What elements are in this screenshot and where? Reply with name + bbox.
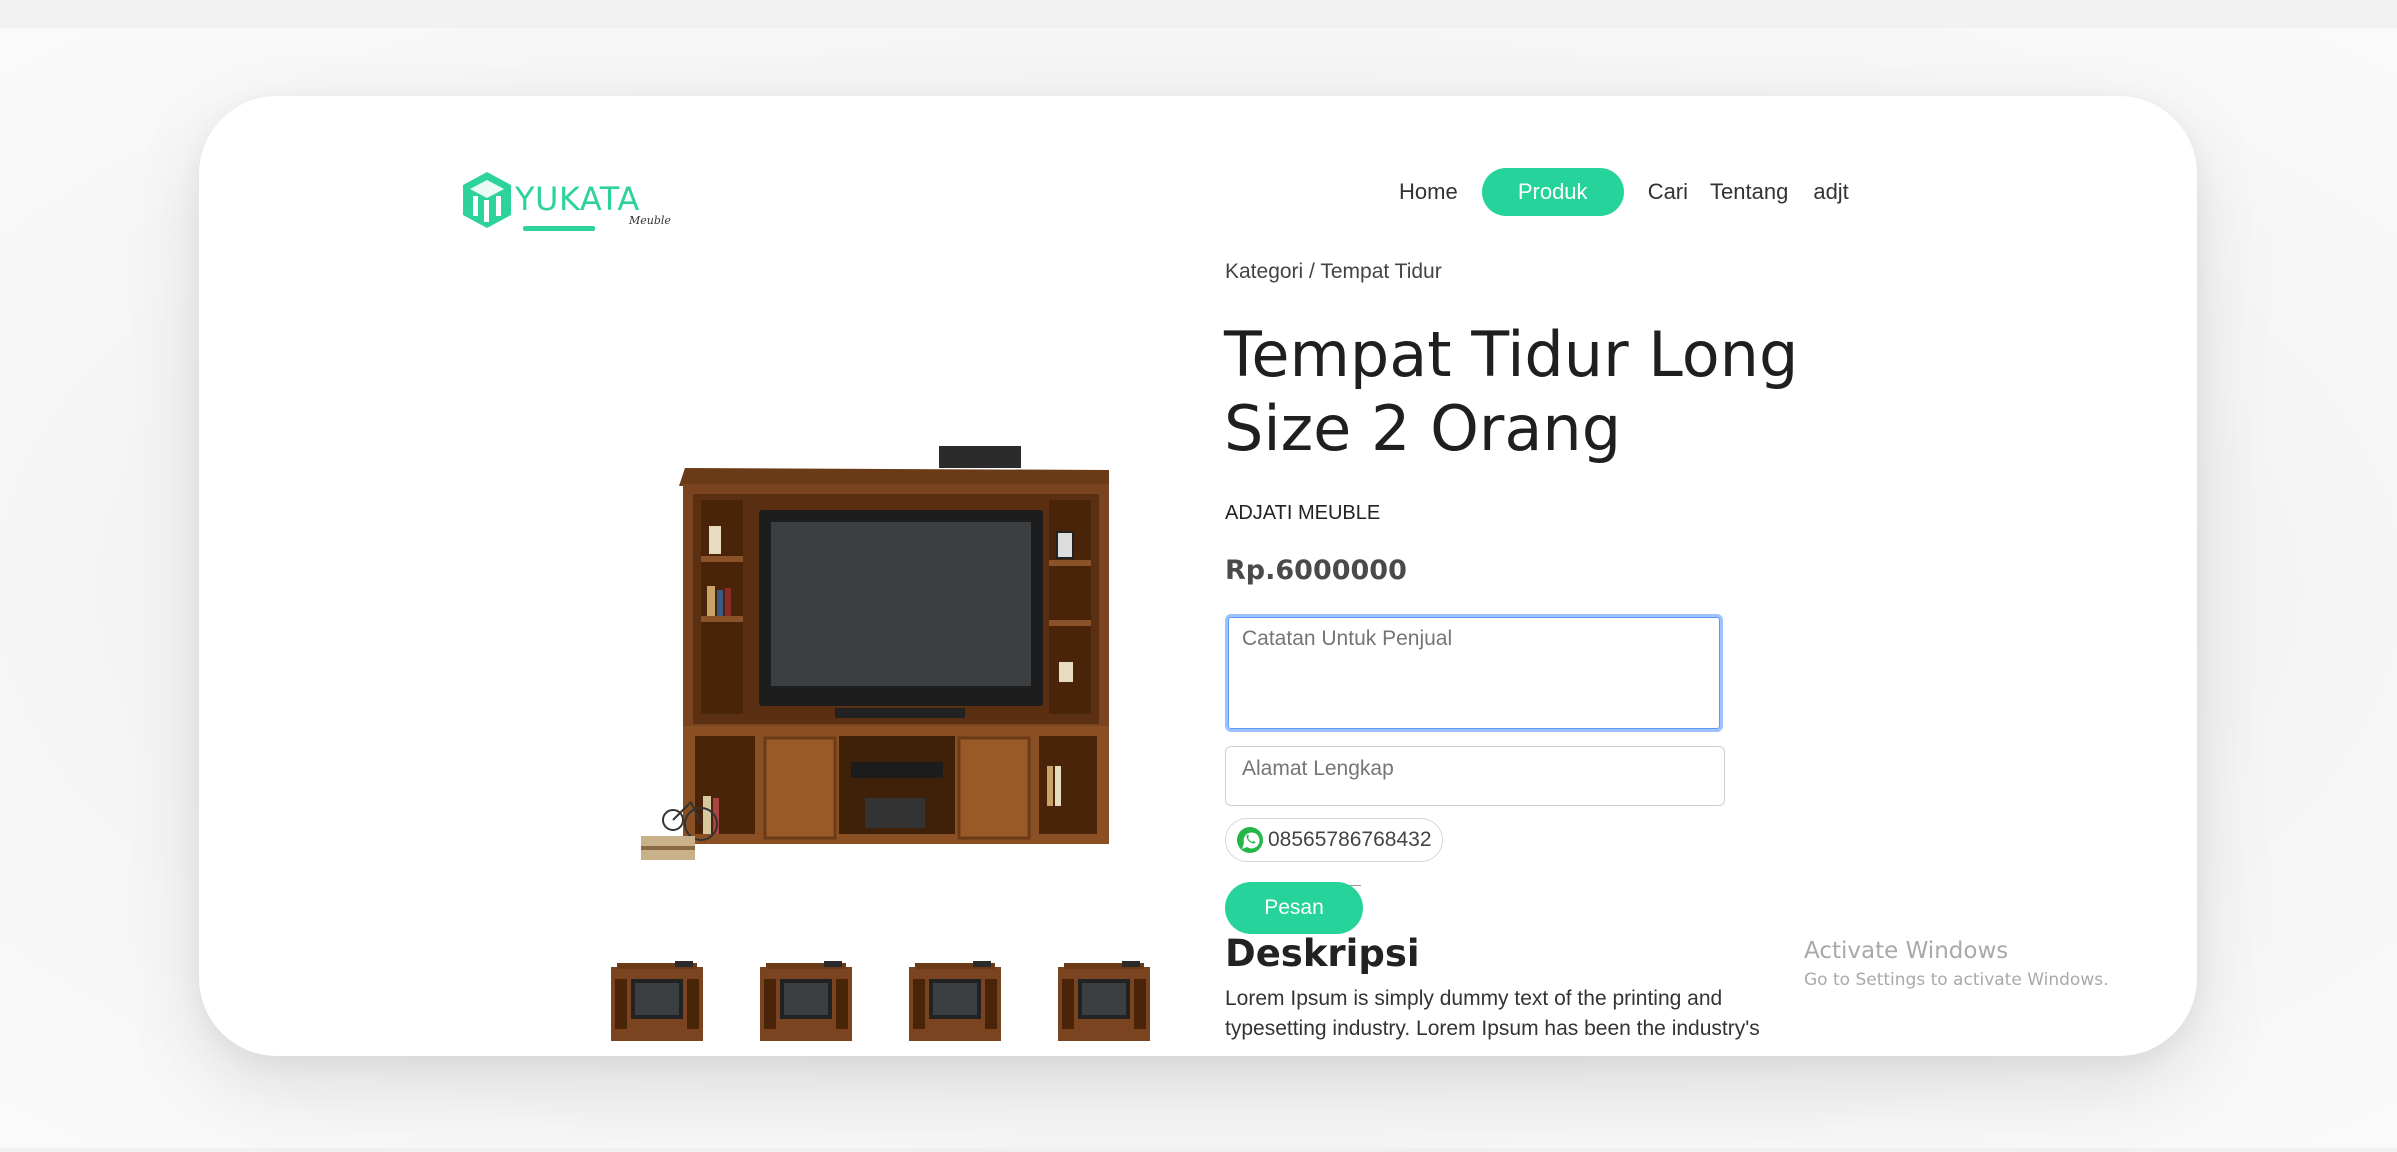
brand-underline bbox=[523, 226, 595, 231]
product-thumbnail[interactable] bbox=[1054, 961, 1154, 1041]
description-text: Lorem Ipsum is simply dummy text of the … bbox=[1225, 987, 1760, 1040]
product-thumbnail[interactable] bbox=[756, 961, 856, 1041]
description-heading: Deskripsi bbox=[1225, 932, 1420, 975]
main-nav: Home Produk Cari Tentang adjt bbox=[1399, 168, 1849, 216]
order-button[interactable]: Pesan bbox=[1225, 882, 1363, 934]
nav-tentang[interactable]: Tentang bbox=[1710, 179, 1788, 205]
product-title: Tempat Tidur Long Size 2 Orang bbox=[1224, 318, 1799, 465]
product-thumbnail[interactable] bbox=[905, 961, 1005, 1041]
product-price: Rp.6000000 bbox=[1225, 555, 1407, 586]
nav-cari[interactable]: Cari bbox=[1648, 179, 1688, 205]
product-page-card: YUKATA Meuble Home Produk Cari Tentang a… bbox=[199, 96, 2197, 1056]
windows-activation-watermark: Activate Windows Go to Settings to activ… bbox=[1804, 938, 2109, 990]
watermark-subtitle: Go to Settings to activate Windows. bbox=[1804, 970, 2109, 990]
brand-name: YUKATA bbox=[515, 180, 640, 218]
seller-name: ADJATI MEUBLE bbox=[1225, 502, 1381, 524]
product-thumbnails bbox=[607, 961, 1154, 1041]
whatsapp-contact[interactable]: 08565786768432 bbox=[1225, 818, 1443, 862]
seller-note-input[interactable] bbox=[1225, 614, 1723, 732]
nav-home[interactable]: Home bbox=[1399, 179, 1458, 205]
watermark-title: Activate Windows bbox=[1804, 938, 2009, 964]
nav-user[interactable]: adjt bbox=[1813, 179, 1848, 205]
cube-logo-icon bbox=[463, 172, 511, 228]
breadcrumb: Kategori / Tempat Tidur bbox=[1225, 260, 1442, 283]
whatsapp-number: 08565786768432 bbox=[1268, 828, 1432, 851]
whatsapp-icon bbox=[1237, 827, 1263, 853]
product-main-image bbox=[641, 446, 1109, 860]
brand-logo[interactable]: YUKATA Meuble bbox=[461, 170, 671, 240]
product-thumbnail[interactable] bbox=[607, 961, 707, 1041]
brand-tagline: Meuble bbox=[629, 214, 671, 227]
address-input[interactable] bbox=[1225, 746, 1725, 806]
nav-produk[interactable]: Produk bbox=[1481, 168, 1624, 216]
